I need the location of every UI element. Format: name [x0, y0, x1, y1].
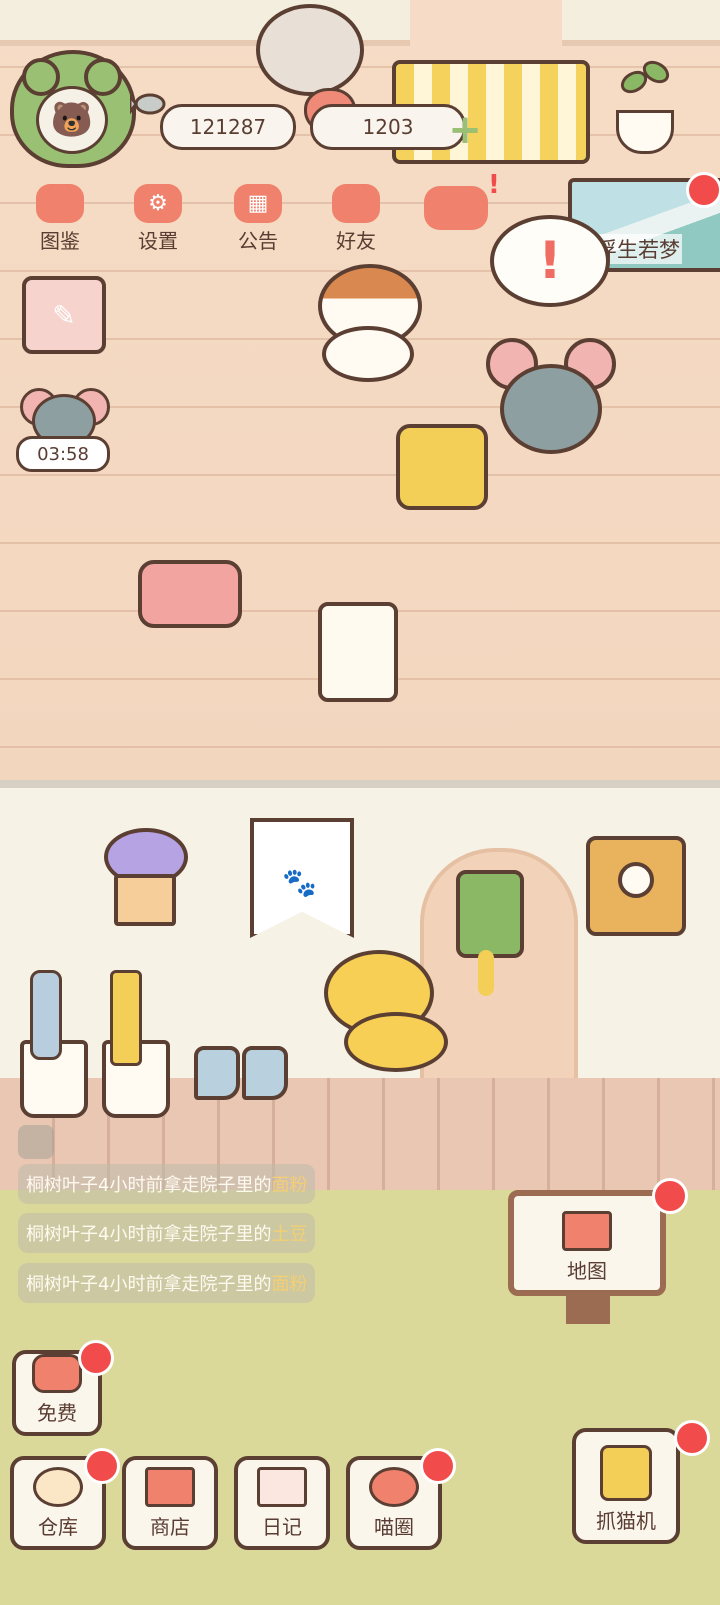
floor-divider	[0, 780, 720, 788]
wall-camera[interactable]	[586, 836, 686, 936]
calico-cat[interactable]	[288, 258, 438, 382]
flower-basket[interactable]	[86, 828, 198, 926]
notification-dot	[674, 1420, 710, 1456]
alert-bubble-symbol: !	[538, 231, 562, 291]
diary-icon	[257, 1467, 307, 1507]
plant-pot	[616, 110, 674, 154]
diary-button[interactable]: 日记	[234, 1456, 330, 1550]
gear-icon: ⚙	[134, 184, 182, 223]
feed-message-item: 土豆	[271, 1224, 308, 1245]
menu-label-announcements: 公告	[238, 229, 278, 253]
friends-icon	[332, 184, 380, 223]
timer-value: 03:58	[37, 443, 89, 465]
boot-left-icon[interactable]	[194, 1046, 240, 1100]
claw-machine-button[interactable]: 抓猫机	[572, 1428, 680, 1544]
camera-lens-icon	[618, 862, 654, 898]
timer-display: 03:58	[16, 436, 110, 472]
warehouse-icon	[33, 1467, 83, 1507]
shop-button[interactable]: 商店	[122, 1456, 218, 1550]
coin-counter: 121287	[160, 104, 296, 150]
notification-dot	[686, 172, 720, 208]
menu-item-catalog[interactable]: 图鉴	[20, 184, 100, 254]
yellow-cat[interactable]	[318, 946, 468, 1072]
cat-torso	[322, 326, 414, 382]
feed-message: 桐树叶子4小时前拿走院子里的 土豆	[18, 1213, 316, 1253]
feed-message: 桐树叶子4小时前拿走院子里的 面粉	[18, 1263, 316, 1303]
notification-dot	[652, 1178, 688, 1214]
hearts-gift-button[interactable]	[424, 186, 488, 230]
menu-label-settings: 设置	[138, 229, 178, 253]
shop-label: 商店	[150, 1515, 190, 1539]
menu-label-catalog: 图鉴	[40, 229, 80, 253]
calendar-button[interactable]: ✎	[22, 276, 106, 354]
feed-message-text: 桐树叶子4小时前拿走院子里的	[26, 1274, 272, 1295]
menu-label-friends: 好友	[336, 229, 376, 253]
notification-dot	[84, 1448, 120, 1484]
cat-planet-icon	[369, 1467, 419, 1507]
feed-message-text: 桐树叶子4小时前拿走院子里的	[26, 1175, 272, 1196]
mouse-body	[500, 364, 602, 454]
menu-item-announcements[interactable]: ▦ 公告	[218, 184, 298, 254]
pencil-icon: ✎	[52, 298, 76, 332]
paper-towel-roll[interactable]	[318, 602, 398, 702]
cat-book-icon	[36, 184, 84, 223]
frog-charm[interactable]	[456, 870, 524, 958]
alert-bubble[interactable]: !	[490, 215, 610, 307]
bear-face-icon: 🐻	[36, 86, 108, 154]
map-button[interactable]: 地图	[508, 1190, 666, 1296]
menu-item-friends[interactable]: 好友	[316, 184, 396, 254]
sign-post	[566, 1296, 610, 1324]
grumpy-mouse[interactable]	[486, 338, 616, 454]
claw-icon	[600, 1445, 652, 1501]
alert-mark-icon: !	[488, 170, 500, 200]
feed-message: 桐树叶子4小时前拿走院子里的 面粉	[18, 1164, 316, 1204]
heart-value: 1203	[362, 115, 414, 139]
yellow-radio[interactable]	[396, 424, 488, 510]
feed-message-item: 面粉	[271, 1175, 308, 1196]
diary-label: 日记	[262, 1515, 302, 1539]
feed-toggle-button[interactable]	[18, 1125, 54, 1159]
feed-message-text: 桐树叶子4小时前拿走院子里的	[26, 1224, 272, 1245]
coin-value: 121287	[189, 115, 267, 139]
cat-torso	[344, 1012, 448, 1072]
potted-plant[interactable]	[612, 52, 674, 154]
charm-tassel	[478, 950, 494, 996]
fan-decoration[interactable]	[256, 4, 364, 96]
basket	[114, 874, 176, 926]
shop-icon	[145, 1467, 195, 1507]
notification-dot	[78, 1340, 114, 1376]
heart-icon	[32, 1354, 82, 1393]
paw-icon: 🐾	[282, 866, 317, 899]
free-label: 免费	[37, 1401, 77, 1425]
menu-item-settings[interactable]: ⚙ 设置	[118, 184, 198, 254]
gift-icon: ▦	[234, 184, 282, 223]
warehouse-label: 仓库	[38, 1515, 78, 1539]
top-ledge-right	[562, 0, 720, 46]
broom-icon	[110, 970, 142, 1066]
notification-dot	[420, 1448, 456, 1484]
heart-counter: 1203	[310, 104, 466, 150]
meow-circle-label: 喵圈	[374, 1515, 414, 1539]
mouse-timer[interactable]: 03:58	[16, 388, 110, 472]
boot-right-icon[interactable]	[242, 1046, 288, 1100]
map-label: 地图	[567, 1259, 607, 1283]
claw-machine-label: 抓猫机	[596, 1509, 656, 1533]
add-currency-button[interactable]: +	[448, 110, 482, 150]
pink-telephone[interactable]	[138, 560, 242, 628]
house-icon	[562, 1211, 612, 1251]
feed-message-item: 面粉	[271, 1274, 308, 1295]
player-avatar[interactable]: 🐻	[10, 50, 136, 168]
umbrella-icon	[30, 970, 62, 1060]
